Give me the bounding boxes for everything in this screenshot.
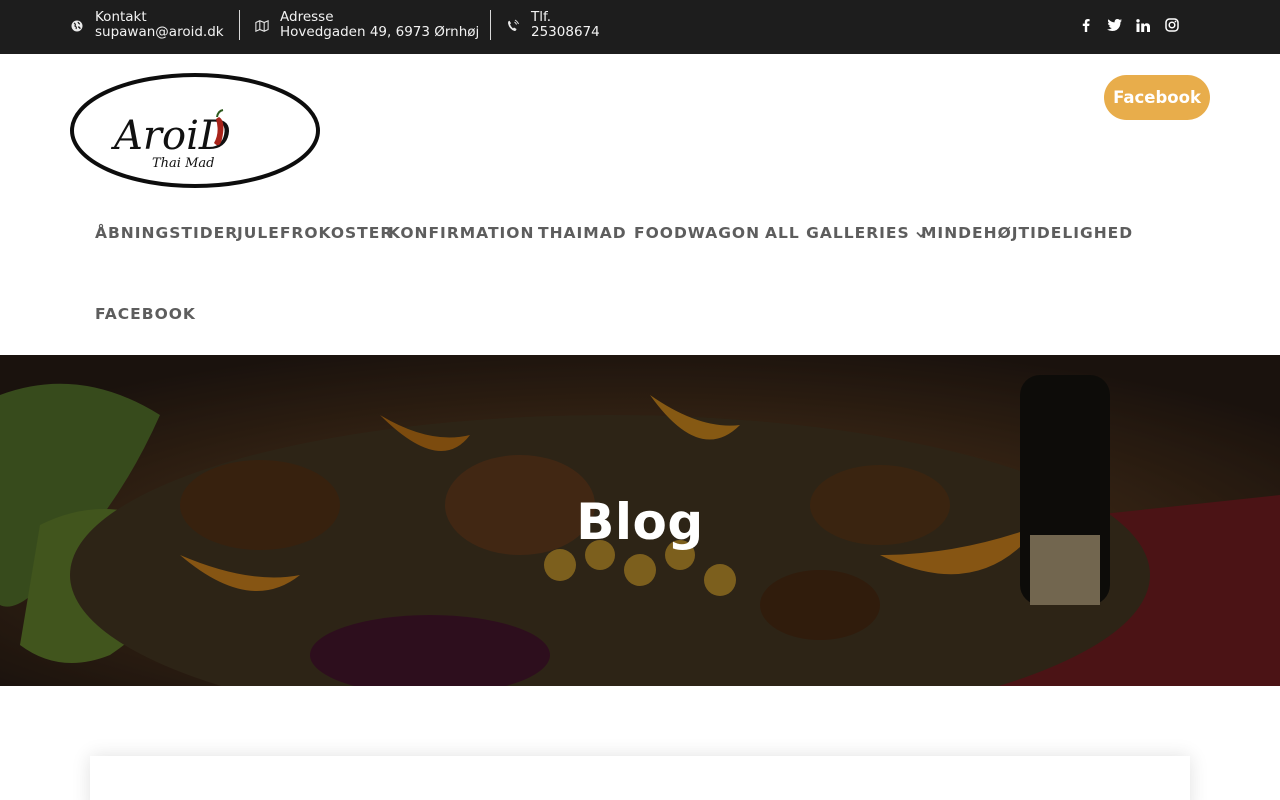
nav-item-konfirmation[interactable]: KONFIRMATION bbox=[388, 224, 534, 242]
address-info bbox=[255, 10, 269, 42]
content-card bbox=[90, 756, 1190, 800]
address-value: Hovedgaden 49, 6973 Ørnhøj bbox=[280, 24, 480, 40]
nav-item-mindehojtidelighed[interactable]: MINDEHØJTIDELIGHED bbox=[921, 224, 1133, 242]
topbar-divider bbox=[239, 10, 240, 40]
site-logo[interactable]: AroiD Thai Mad bbox=[70, 73, 320, 188]
topbar-divider bbox=[490, 10, 491, 40]
logo-subtext: Thai Mad bbox=[152, 156, 214, 171]
instagram-icon[interactable] bbox=[1164, 16, 1180, 34]
nav-item-label: ALL GALLERIES bbox=[765, 224, 910, 242]
nav-item-facebook[interactable]: FACEBOOK bbox=[95, 305, 196, 323]
nav-item-all-galleries[interactable]: ALL GALLERIES bbox=[765, 224, 926, 242]
contact-label: Kontakt bbox=[95, 9, 147, 25]
globe-icon bbox=[70, 19, 84, 33]
logo-text: AroiD bbox=[110, 113, 231, 159]
facebook-button[interactable]: Facebook bbox=[1104, 75, 1210, 120]
nav-item-abningstider[interactable]: ÅBNINGSTIDER bbox=[95, 224, 238, 242]
nav-item-thaimad[interactable]: THAIMAD bbox=[538, 224, 627, 242]
nav-item-julefrokoster[interactable]: JULEFROKOSTER bbox=[237, 224, 393, 242]
linkedin-icon[interactable] bbox=[1135, 16, 1151, 34]
top-bar: Kontakt supawan@aroid.dk Adresse Hovedga… bbox=[0, 0, 1280, 54]
map-icon bbox=[255, 19, 269, 33]
hero-banner: Blog bbox=[0, 355, 1280, 686]
nav-item-foodwagon[interactable]: FOODWAGON bbox=[634, 224, 760, 242]
phone-number[interactable]: 25308674 bbox=[531, 25, 600, 40]
twitter-icon[interactable] bbox=[1106, 16, 1122, 34]
phone-icon bbox=[506, 19, 520, 33]
contact-email[interactable]: supawan@aroid.dk bbox=[95, 25, 224, 40]
page-title: Blog bbox=[576, 493, 704, 551]
phone-info bbox=[506, 10, 520, 42]
phone-label: Tlf. bbox=[531, 9, 552, 25]
contact-info bbox=[70, 10, 84, 42]
address-label: Adresse bbox=[280, 9, 334, 25]
facebook-icon[interactable] bbox=[1078, 16, 1094, 34]
